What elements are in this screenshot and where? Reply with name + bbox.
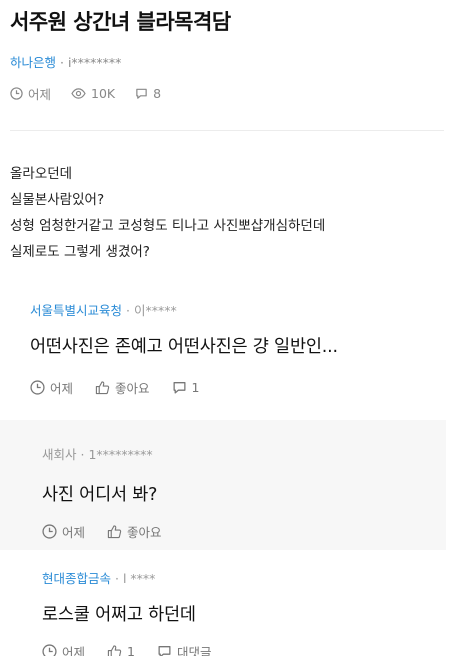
comment-company: 새회사 bbox=[42, 447, 77, 462]
reply-button[interactable]: 1 bbox=[172, 380, 200, 395]
post-views: 10K bbox=[71, 86, 115, 101]
like-button[interactable]: 좋아요 bbox=[107, 522, 162, 541]
post-meta: 어제 10K 8 bbox=[10, 84, 181, 103]
post-body-line: 실제로도 그렇게 생겼어? bbox=[10, 244, 150, 260]
comment-author-line: 서울특별시교육청 · 이***** bbox=[30, 300, 338, 319]
reply-count: 1 bbox=[191, 380, 200, 395]
comment-text: 사진 어디서 봐? bbox=[42, 485, 158, 505]
post-body: 올라오던데 실물본사람있어? 성형 엄청한거같고 코성형도 티나고 사진뽀샵개심… bbox=[10, 161, 325, 265]
like-label: 좋아요 bbox=[115, 381, 150, 396]
like-label: 좋아요 bbox=[127, 525, 162, 540]
comment-author-line: 현대종합금속 · l **** bbox=[42, 568, 233, 587]
reply-label: 대댓글 bbox=[176, 645, 212, 656]
clock-icon bbox=[30, 380, 45, 395]
comment-actions: 어제 좋아요 bbox=[42, 522, 184, 541]
comment-icon bbox=[158, 646, 171, 656]
comment: 서울특별시교육청 · 이***** 어떤사진은 존예고 어떤사진은 걍 일반인.… bbox=[30, 300, 338, 397]
clock-icon bbox=[10, 87, 23, 100]
clock-icon bbox=[42, 524, 57, 539]
comment: 현대종합금속 · l **** 로스쿨 어쩌고 하던데 어제 1 대댓글 bbox=[42, 568, 233, 656]
eye-icon bbox=[71, 88, 86, 99]
like-button[interactable]: 좋아요 bbox=[95, 378, 150, 397]
post-separator: · bbox=[56, 55, 68, 70]
thumbs-up-icon bbox=[107, 525, 122, 539]
divider bbox=[10, 130, 444, 131]
comment-time: 어제 bbox=[30, 378, 73, 397]
post-author: i******** bbox=[67, 55, 122, 70]
reply-button[interactable]: 대댓글 bbox=[157, 642, 212, 656]
comment-author: l **** bbox=[122, 571, 156, 586]
comment-company[interactable]: 서울특별시교육청 bbox=[30, 303, 122, 318]
thumbs-up-icon bbox=[95, 381, 110, 395]
comment-text: 어떤사진은 존예고 어떤사진은 걍 일반인... bbox=[30, 337, 338, 357]
post-time-label: 어제 bbox=[28, 87, 52, 102]
post-comments-count: 8 bbox=[153, 86, 162, 101]
clock-icon bbox=[42, 644, 57, 656]
post-body-line: 성형 엄청한거같고 코성형도 티나고 사진뽀샵개심하던데 bbox=[10, 218, 326, 234]
post-comments: 8 bbox=[135, 86, 161, 101]
post-body-line: 올라오던데 bbox=[10, 166, 73, 182]
comment-separator: · bbox=[111, 571, 123, 586]
comment-time: 어제 bbox=[42, 522, 85, 541]
like-button[interactable]: 1 bbox=[107, 644, 135, 656]
thumbs-up-icon bbox=[107, 645, 122, 656]
comment-company[interactable]: 현대종합금속 bbox=[42, 571, 111, 586]
comment-time-label: 어제 bbox=[62, 525, 86, 540]
comment-actions: 어제 좋아요 1 bbox=[30, 378, 338, 397]
comment-time: 어제 bbox=[42, 642, 85, 656]
post-views-count: 10K bbox=[91, 86, 116, 101]
comment-separator: · bbox=[76, 447, 89, 462]
like-count: 1 bbox=[127, 644, 135, 656]
comment-time-label: 어제 bbox=[62, 645, 86, 656]
comment-author: 1********* bbox=[88, 447, 153, 462]
comment-actions: 어제 1 대댓글 bbox=[42, 642, 233, 656]
post-time: 어제 bbox=[10, 84, 51, 103]
comment-separator: · bbox=[122, 303, 134, 318]
post-title: 서주원 상간녀 블라목격담 bbox=[10, 10, 231, 34]
reply-comment: 새회사 · 1********* 사진 어디서 봐? 어제 좋아요 bbox=[42, 444, 184, 541]
comment-icon bbox=[173, 382, 186, 394]
comment-text: 로스쿨 어쩌고 하던데 bbox=[42, 605, 196, 625]
post-company[interactable]: 하나은행 bbox=[10, 55, 56, 70]
comment-author-line: 새회사 · 1********* bbox=[42, 444, 184, 463]
comment-icon bbox=[136, 88, 147, 99]
comment-time-label: 어제 bbox=[50, 381, 74, 396]
comment-author: 이***** bbox=[133, 303, 177, 318]
post-author-line: 하나은행 · i******** bbox=[10, 52, 121, 71]
post-body-line: 실물본사람있어? bbox=[10, 192, 105, 208]
